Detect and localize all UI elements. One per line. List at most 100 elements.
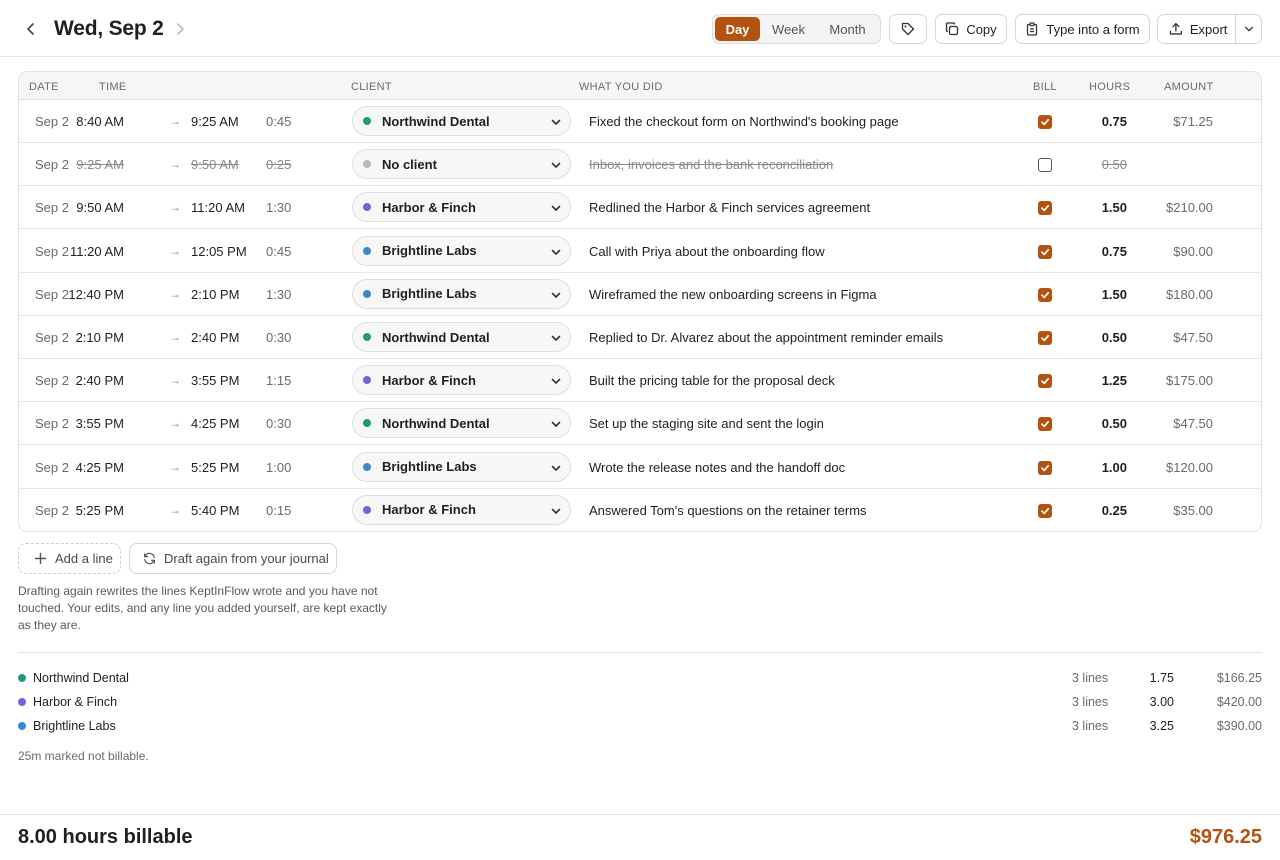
client-select[interactable]: Northwind Dental xyxy=(352,106,571,136)
entry-end-time[interactable]: 5:25 PM xyxy=(191,460,239,475)
view-week-tab[interactable]: Week xyxy=(760,17,817,41)
view-month-tab[interactable]: Month xyxy=(817,17,878,41)
summary-divider xyxy=(18,652,1262,653)
entry-start-time[interactable]: 12:40 PM xyxy=(68,287,124,302)
col-time: TIME xyxy=(99,81,127,93)
entry-end-time[interactable]: 12:05 PM xyxy=(191,244,247,259)
bill-checkbox[interactable] xyxy=(1038,503,1052,518)
entry-end-time[interactable]: 5:40 PM xyxy=(191,503,239,518)
entry-start-time[interactable]: 8:40 AM xyxy=(76,114,124,129)
entry-duration: 0:15 xyxy=(266,502,292,518)
entry-description[interactable]: Answered Tom's questions on the retainer… xyxy=(589,503,867,518)
bill-checkbox[interactable] xyxy=(1038,417,1052,432)
check-icon xyxy=(1041,334,1050,342)
bill-checkbox[interactable] xyxy=(1038,460,1052,475)
table-header: DATE TIME CLIENT WHAT YOU DID BILL HOURS… xyxy=(19,72,1261,100)
entry-description[interactable]: Call with Priya about the onboarding flo… xyxy=(589,244,825,259)
entry-description[interactable]: Redlined the Harbor & Finch services agr… xyxy=(589,200,870,215)
client-select[interactable]: Northwind Dental xyxy=(352,408,571,439)
entry-amount: $47.50 xyxy=(1173,416,1213,432)
client-select[interactable]: Harbor & Finch xyxy=(352,192,571,223)
entry-end-time[interactable]: 3:55 PM xyxy=(191,373,239,388)
client-select-label: No client xyxy=(382,156,437,172)
chevron-down-icon xyxy=(551,206,561,212)
entry-start-time[interactable]: 3:55 PM xyxy=(76,416,124,431)
client-select[interactable]: Harbor & Finch xyxy=(352,365,571,396)
bill-checkbox[interactable] xyxy=(1038,374,1052,389)
client-select[interactable]: Northwind Dental xyxy=(352,322,571,352)
entry-start-time[interactable]: 9:50 AM xyxy=(76,200,124,215)
client-color-dot xyxy=(363,505,371,514)
table-row: Sep 2 3:55 PM → 4:25 PM 0:30 Northwind Dental… xyxy=(19,402,1261,446)
entry-description[interactable]: Set up the staging site and sent the log… xyxy=(589,416,824,431)
entry-start-time[interactable]: 11:20 AM xyxy=(70,244,124,259)
entry-description[interactable]: Fixed the checkout form on Northwind's b… xyxy=(589,114,899,129)
chevron-down-icon xyxy=(551,335,561,341)
clipboard-icon xyxy=(1027,22,1038,36)
entry-end-time[interactable]: 2:10 PM xyxy=(191,287,239,302)
entry-description[interactable]: Wireframed the new onboarding screens in… xyxy=(589,287,877,302)
entry-end-time[interactable]: 9:25 AM xyxy=(191,114,239,129)
entry-description[interactable]: Built the pricing table for the proposal… xyxy=(589,373,835,388)
type-into-form-button[interactable]: Type into a form xyxy=(1015,14,1150,44)
entry-end-time[interactable]: 2:40 PM xyxy=(191,330,239,345)
tag-button[interactable] xyxy=(889,14,927,44)
bill-checkbox[interactable] xyxy=(1038,115,1052,129)
total-amount: $976.25 xyxy=(1189,826,1262,848)
table-row: Sep 2 5:25 PM → 5:40 PM 0:15 Harbor & Finch An… xyxy=(19,489,1261,531)
entry-hours: 0.50 xyxy=(1101,416,1127,432)
client-select[interactable]: No client xyxy=(352,149,571,180)
arrow-right-icon: → xyxy=(169,373,181,388)
entry-description[interactable]: Wrote the release notes and the handoff … xyxy=(589,460,845,475)
copy-button[interactable]: Copy xyxy=(935,14,1007,44)
entry-end-time[interactable]: 11:20 AM xyxy=(191,200,245,215)
table-row: Sep 2 4:25 PM → 5:25 PM 1:00 Brightline Labs W… xyxy=(19,446,1261,489)
col-client: CLIENT xyxy=(351,81,392,93)
summary-row: Northwind Dental 3 lines 1.75 $166.25 xyxy=(18,671,1262,687)
entry-start-time[interactable]: 4:25 PM xyxy=(76,460,124,475)
export-label: Export xyxy=(1189,21,1228,37)
entry-duration: 1:00 xyxy=(266,459,292,475)
summary-row: Harbor & Finch 3 lines 3.00 $420.00 xyxy=(18,695,1262,711)
draft-again-button[interactable]: Draft again from your journal xyxy=(129,543,337,574)
arrow-right-icon: → xyxy=(169,157,181,172)
entry-end-time[interactable]: 4:25 PM xyxy=(191,416,239,431)
arrow-right-icon: → xyxy=(169,243,181,258)
check-icon xyxy=(1041,421,1050,428)
table-row: Sep 2 8:40 AM → 9:25 AM 0:45 Northwind Dental… xyxy=(19,100,1261,143)
client-select[interactable]: Brightline Labs xyxy=(352,235,571,266)
entry-amount: $47.50 xyxy=(1173,330,1213,345)
entry-date: Sep 2 xyxy=(35,416,69,432)
prev-day-button[interactable] xyxy=(19,17,43,41)
view-day-tab[interactable]: Day xyxy=(715,17,760,41)
chevron-right-icon xyxy=(177,23,184,35)
add-line-button[interactable]: Add a line xyxy=(18,543,121,574)
client-select[interactable]: Brightline Labs xyxy=(352,451,571,482)
entry-description[interactable]: Replied to Dr. Alvarez about the appoint… xyxy=(589,330,943,345)
entry-description[interactable]: Inbox, invoices and the bank reconciliat… xyxy=(589,157,833,172)
next-day-button[interactable] xyxy=(168,17,192,41)
summary-amount: $420.00 xyxy=(1216,695,1262,709)
entry-start-time[interactable]: 2:40 PM xyxy=(76,373,124,388)
bill-checkbox[interactable] xyxy=(1038,287,1052,302)
client-select-label: Northwind Dental xyxy=(382,329,490,345)
client-select[interactable]: Brightline Labs xyxy=(352,278,571,309)
check-icon xyxy=(1041,378,1050,385)
export-menu-toggle[interactable] xyxy=(1235,15,1261,43)
entry-start-time[interactable]: 9:25 AM xyxy=(76,157,124,172)
bill-checkbox[interactable] xyxy=(1038,244,1052,259)
entry-date: Sep 2 xyxy=(35,373,69,389)
bill-checkbox[interactable] xyxy=(1038,201,1052,216)
bill-checkbox[interactable] xyxy=(1038,331,1052,345)
entry-end-time[interactable]: 9:50 AM xyxy=(191,157,239,172)
export-button[interactable]: Export xyxy=(1157,14,1262,44)
entry-hours: 0.50 xyxy=(1101,330,1127,345)
check-icon xyxy=(1041,464,1050,471)
bill-checkbox[interactable] xyxy=(1038,158,1052,173)
chevron-down-icon xyxy=(551,249,561,255)
entry-start-time[interactable]: 2:10 PM xyxy=(76,330,124,345)
client-select[interactable]: Harbor & Finch xyxy=(352,494,571,525)
entry-duration: 0:30 xyxy=(266,416,292,432)
entry-start-time[interactable]: 5:25 PM xyxy=(76,503,124,518)
entry-hours: 1.50 xyxy=(1101,200,1127,216)
